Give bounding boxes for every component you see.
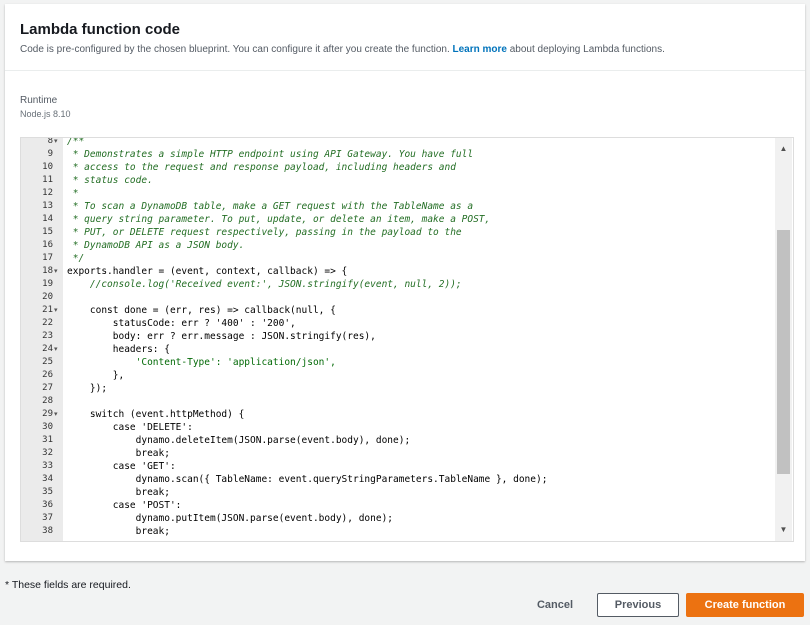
code-line: * status code. [67,175,153,186]
code-line: * PUT, or DELETE request respectively, p… [67,227,462,238]
scroll-down-arrow-icon[interactable]: ▼ [775,523,792,537]
runtime-value: Node.js 8.10 [20,109,71,119]
line-number: 15 [42,227,53,237]
code-line: * [67,188,79,199]
previous-button[interactable]: Previous [597,593,679,617]
code-line: }); [67,383,108,394]
code-line: * Demonstrates a simple HTTP endpoint us… [67,149,474,160]
code-line: * query string parameter. To put, update… [67,214,491,225]
fold-toggle-icon[interactable]: ▾ [54,343,62,356]
runtime-label: Runtime [20,95,58,106]
panel-header: Lambda function code Code is pre-configu… [5,4,805,71]
code-line: dynamo.scan({ TableName: event.queryStri… [67,474,548,485]
line-number: 36 [42,500,53,510]
code-line: exports.handler = (event, context, callb… [67,266,348,277]
line-number: 37 [42,513,53,523]
required-fields-note: * These fields are required. [5,579,131,591]
line-number-gutter: 8 ▾ 9 10 11 12 13 14 15 16 17 18 ▾ 19 20 21 ▾ 22 23 24 ▾ 25 26… [21,138,63,541]
code-line: case 'POST': [67,500,182,511]
line-number: 33 [42,461,53,471]
line-number: 19 [42,279,53,289]
line-number: 34 [42,474,53,484]
description-text: Code is pre-configured by the chosen blu… [20,44,450,55]
panel-description: Code is pre-configured by the chosen blu… [20,44,665,55]
code-line: * access to the request and response pay… [67,162,456,173]
line-number: 20 [42,292,53,302]
create-function-button[interactable]: Create function [686,593,804,617]
code-area[interactable]: /** * Demonstrates a simple HTTP endpoin… [63,138,775,541]
learn-more-link[interactable]: Learn more [453,44,507,55]
code-line: */ [67,253,85,264]
code-editor[interactable]: 8 ▾ 9 10 11 12 13 14 15 16 17 18 ▾ 19 20 21 ▾ 22 23 24 ▾ 25 26… [20,137,794,542]
description-suffix: about deploying Lambda functions. [509,44,665,55]
line-number: 12 [42,188,53,198]
code-line: body: err ? err.message : JSON.stringify… [67,331,376,342]
line-number: 22 [42,318,53,328]
code-line: dynamo.deleteItem(JSON.parse(event.body)… [67,435,411,446]
line-number: 16 [42,240,53,250]
code-line: statusCode: err ? '400' : '200', [67,318,296,329]
line-number: 31 [42,435,53,445]
line-number: 38 [42,526,53,536]
code-line: dynamo.putItem(JSON.parse(event.body), d… [67,513,394,524]
lambda-code-panel: Lambda function code Code is pre-configu… [5,4,805,561]
code-line: break; [67,526,170,537]
code-line: /** [67,138,85,147]
line-number: 26 [42,370,53,380]
scroll-up-arrow-icon[interactable]: ▲ [775,142,792,156]
cancel-button[interactable]: Cancel [524,594,586,616]
code-line: break; [67,448,170,459]
line-number: 30 [42,422,53,432]
scrollbar-thumb[interactable] [777,229,790,474]
panel-title: Lambda function code [20,21,181,38]
code-line: //console.log('Received event:', JSON.st… [67,279,462,290]
code-line: headers: { [67,344,170,355]
code-line: const done = (err, res) => callback(null… [67,305,336,316]
line-number: 21 [42,305,53,315]
code-line: }, [67,370,125,381]
code-line: case 'DELETE': [67,422,193,433]
code-line: case 'GET': [67,461,176,472]
line-number: 18 [42,266,53,276]
line-number: 24 [42,344,53,354]
line-number: 8 [47,137,53,146]
line-number: 17 [42,253,53,263]
code-line: * DynamoDB API as a JSON body. [67,240,245,251]
code-line: 'Content-Type': 'application/json', [67,357,336,368]
line-number: 13 [42,201,53,211]
fold-toggle-icon[interactable]: ▾ [54,304,62,317]
line-number: 10 [42,162,53,172]
code-line: * To scan a DynamoDB table, make a GET r… [67,201,474,212]
fold-toggle-icon[interactable]: ▾ [54,138,62,148]
editor-scrollbar[interactable]: ▲ ▼ [775,138,792,541]
line-number: 28 [42,396,53,406]
line-number: 11 [42,175,53,185]
line-number: 29 [42,409,53,419]
code-line: switch (event.httpMethod) { [67,409,245,420]
code-line: break; [67,487,170,498]
line-number: 25 [42,357,53,367]
line-number: 9 [47,149,53,159]
fold-toggle-icon[interactable]: ▾ [54,265,62,278]
line-number: 23 [42,331,53,341]
line-number: 35 [42,487,53,497]
line-number: 32 [42,448,53,458]
fold-toggle-icon[interactable]: ▾ [54,408,62,421]
line-number: 14 [42,214,53,224]
line-number: 27 [42,383,53,393]
